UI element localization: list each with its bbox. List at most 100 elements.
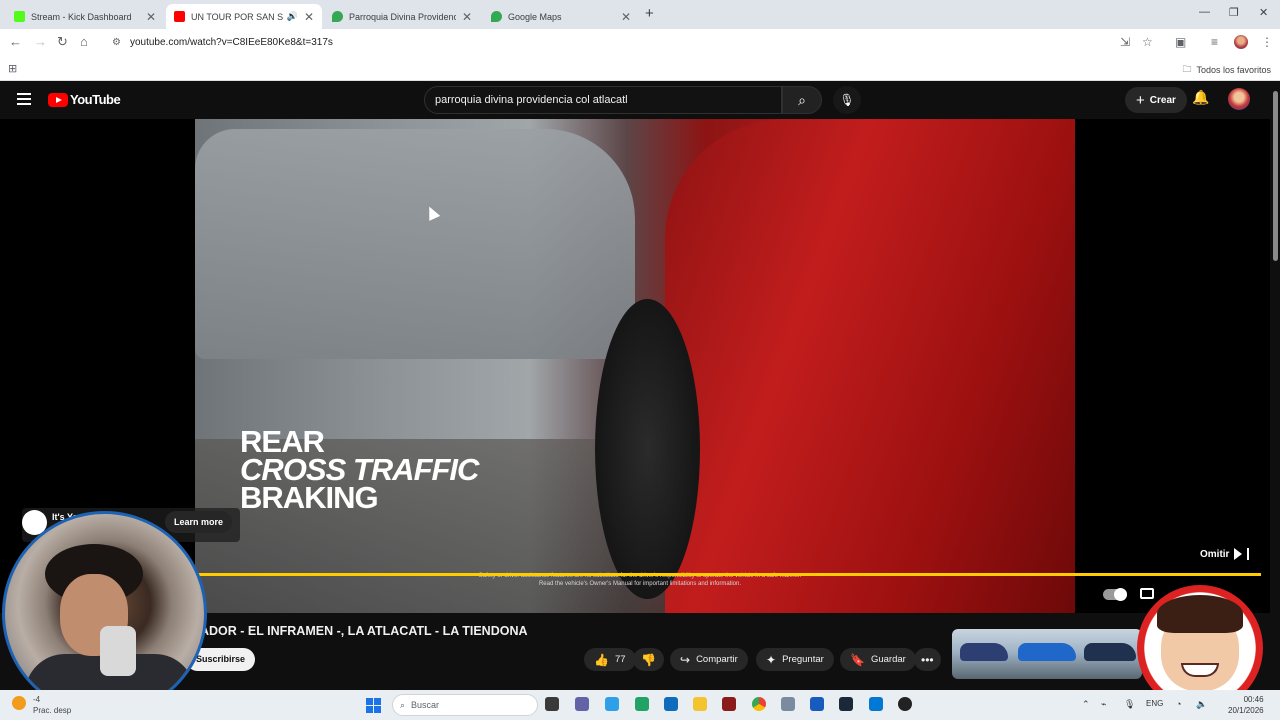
- video-scene-silver-truck: [195, 129, 635, 359]
- close-tab-icon[interactable]: ✕: [621, 10, 631, 24]
- thumbs-down-icon: 👎: [641, 652, 656, 667]
- share-button[interactable]: ↪ Compartir: [670, 648, 748, 671]
- scrollbar-thumb[interactable]: [1273, 91, 1278, 261]
- microphone-icon: 🎙: [839, 93, 855, 107]
- youtube-logo[interactable]: YouTube: [48, 92, 121, 107]
- sparkle-icon: ✦: [766, 652, 777, 667]
- youtube-play-logo-icon: [48, 92, 68, 107]
- voice-search-button[interactable]: 🎙: [833, 86, 861, 114]
- file-explorer-icon[interactable]: [693, 697, 707, 711]
- bookmark-icon: 🔖: [850, 652, 865, 667]
- url-bar[interactable]: ⚙ youtube.com/watch?v=C8IEeE80Ke8&t=317s: [104, 32, 1104, 53]
- capcut-icon[interactable]: [722, 697, 736, 711]
- install-app-icon[interactable]: ⇲: [1120, 35, 1130, 49]
- account-avatar[interactable]: [1228, 88, 1250, 110]
- browser-menu-icon[interactable]: ⋮: [1261, 35, 1273, 49]
- close-tab-icon[interactable]: ✕: [146, 10, 156, 24]
- create-button[interactable]: + Crear: [1125, 87, 1187, 113]
- notifications-bell-icon[interactable]: 🔔: [1192, 89, 1209, 106]
- plus-icon: +: [1136, 91, 1145, 109]
- media-control-icon[interactable]: ≡: [1211, 35, 1218, 49]
- webcam-microphone: [100, 626, 136, 676]
- dislike-button[interactable]: 👎: [633, 648, 664, 671]
- maps-pin-icon: [491, 11, 502, 22]
- volume-icon[interactable]: 🔈: [1196, 699, 1207, 710]
- extensions-icon[interactable]: ▣: [1175, 35, 1186, 49]
- forward-arrow-icon[interactable]: →: [34, 34, 47, 49]
- sidebar-ad-card[interactable]: [952, 629, 1142, 679]
- like-count: 77: [614, 654, 626, 665]
- speaker-icon[interactable]: 🔊: [287, 11, 298, 22]
- profile-avatar[interactable]: [1234, 35, 1248, 49]
- camera-icon[interactable]: [781, 697, 795, 711]
- search-button[interactable]: ⌕: [782, 86, 822, 114]
- menu-hamburger-icon[interactable]: [17, 93, 31, 108]
- tab-title: Stream - Kick Dashboard: [31, 11, 132, 22]
- page-scrollbar[interactable]: [1270, 81, 1280, 690]
- kick-favicon-icon: [14, 11, 25, 22]
- obs-icon[interactable]: [898, 697, 912, 711]
- search-input[interactable]: parroquia divina providencia col atlacat…: [424, 86, 782, 114]
- microphone-tray-icon[interactable]: 🎙: [1124, 699, 1135, 710]
- tab-parroquia[interactable]: Parroquia Divina Providencia - ✕: [324, 4, 480, 29]
- skip-ad-button[interactable]: Omitir: [1200, 548, 1250, 560]
- clock-date: 20/1/2026: [1228, 706, 1264, 715]
- apps-grid-icon[interactable]: ⊞: [8, 62, 17, 75]
- ask-label: Preguntar: [782, 654, 824, 665]
- more-actions-button[interactable]: •••: [914, 648, 941, 671]
- ad-progress-bar[interactable]: [195, 573, 1261, 576]
- ask-button[interactable]: ✦ Preguntar: [756, 648, 834, 671]
- bookmark-star-icon[interactable]: ☆: [1142, 35, 1153, 49]
- search-icon: ⌕: [798, 92, 806, 108]
- ad-disclaimer-line2: Read the vehicle's Owner's Manual for im…: [538, 581, 742, 587]
- youtube-logo-text: YouTube: [70, 92, 121, 107]
- tab-google-maps[interactable]: Google Maps ✕: [483, 4, 639, 29]
- steam-icon[interactable]: [839, 697, 853, 711]
- save-button[interactable]: 🔖 Guardar: [840, 648, 916, 671]
- more-horizontal-icon: •••: [921, 652, 934, 667]
- outlook-icon[interactable]: [664, 697, 678, 711]
- store-icon[interactable]: [869, 697, 883, 711]
- autoplay-toggle[interactable]: [1103, 588, 1127, 601]
- restore-icon[interactable]: ❐: [1229, 6, 1239, 19]
- tab-kick-dashboard[interactable]: Stream - Kick Dashboard ✕: [6, 4, 164, 29]
- youtube-favicon-icon: [174, 11, 185, 22]
- reload-icon[interactable]: ↻: [57, 34, 68, 50]
- like-button[interactable]: 👍 77: [584, 648, 636, 671]
- teams-icon[interactable]: [575, 697, 589, 711]
- close-tab-icon[interactable]: ✕: [304, 10, 314, 24]
- home-icon[interactable]: ⌂: [80, 34, 88, 49]
- all-bookmarks-folder[interactable]: 🗀 Todos los favoritos: [1182, 62, 1271, 78]
- site-info-icon[interactable]: ⚙: [112, 37, 121, 48]
- video-player[interactable]: [195, 119, 1075, 613]
- folder-icon: 🗀: [1182, 64, 1192, 74]
- network-icon[interactable]: ⌁: [1101, 699, 1106, 710]
- back-arrow-icon[interactable]: ←: [9, 34, 22, 49]
- close-tab-icon[interactable]: ✕: [462, 10, 472, 24]
- weather-icon[interactable]: [12, 696, 26, 710]
- copilot-icon[interactable]: [605, 697, 619, 711]
- close-window-icon[interactable]: ✕: [1259, 6, 1268, 19]
- ad-overlay-line3: BRAKING: [240, 480, 379, 515]
- language-indicator[interactable]: ENG: [1146, 699, 1163, 708]
- url-text: youtube.com/watch?v=C8IEeE80Ke8&t=317s: [129, 37, 333, 48]
- clock-time: 00:46: [1243, 695, 1264, 704]
- camtasia-icon[interactable]: [635, 697, 649, 711]
- task-view-icon[interactable]: [545, 697, 559, 711]
- ad-car-image: [960, 643, 1008, 661]
- tab-youtube-video[interactable]: UN TOUR POR SAN SALVAD 🔊 ✕: [166, 4, 322, 29]
- new-tab-button[interactable]: +: [645, 5, 654, 22]
- taskbar-clock[interactable]: 00:46 20/1/2026: [1228, 694, 1264, 716]
- windows-start-icon[interactable]: [366, 698, 381, 713]
- wifi-icon[interactable]: ◔: [1176, 699, 1181, 709]
- bookmarks-folder-label: Todos los favoritos: [1196, 65, 1271, 75]
- captions-icon[interactable]: [1140, 588, 1154, 599]
- chrome-icon[interactable]: [752, 697, 766, 711]
- learn-more-button[interactable]: Learn more: [165, 511, 233, 533]
- maps-pin-icon: [332, 11, 343, 22]
- tray-chevron-icon[interactable]: ⌃: [1082, 699, 1090, 710]
- word-icon[interactable]: [810, 697, 824, 711]
- minimize-icon[interactable]: —: [1199, 6, 1210, 18]
- taskbar-search[interactable]: ⌕ Buscar: [392, 694, 538, 716]
- video-title: ADOR - EL INFRAMEN -, LA ATLACATL - LA T…: [200, 624, 528, 638]
